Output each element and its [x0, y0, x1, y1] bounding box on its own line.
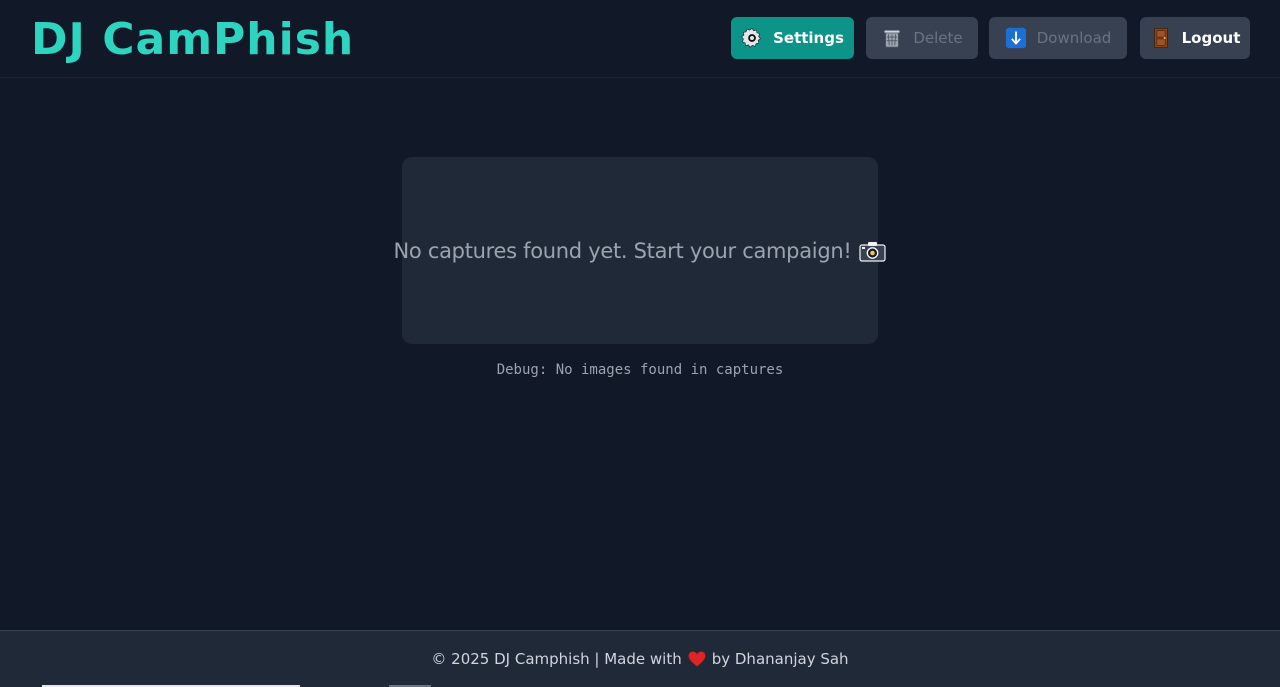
- gear-icon: [741, 27, 763, 49]
- empty-state: No captures found yet. Start your campai…: [394, 239, 887, 263]
- download-icon: [1005, 27, 1027, 49]
- download-button[interactable]: Download: [989, 17, 1127, 59]
- trash-icon: [881, 27, 903, 49]
- camera-icon: [859, 240, 887, 262]
- delete-label: Delete: [913, 29, 963, 47]
- footer-copyright: © 2025 DJ Camphish | Made with: [431, 650, 682, 668]
- settings-label: Settings: [773, 29, 844, 47]
- app-logo: DJ CamPhish: [31, 14, 355, 65]
- footer-author: by Dhananjay Sah: [711, 650, 849, 668]
- captures-empty-card: No captures found yet. Start your campai…: [394, 157, 887, 344]
- logout-button[interactable]: Logout: [1140, 17, 1250, 59]
- empty-message: No captures found yet. Start your campai…: [393, 238, 852, 263]
- logout-label: Logout: [1181, 29, 1241, 47]
- settings-button[interactable]: Settings: [731, 17, 854, 59]
- download-label: Download: [1036, 29, 1112, 47]
- delete-button[interactable]: Delete: [866, 17, 978, 59]
- door-icon: [1150, 27, 1172, 49]
- app-footer: © 2025 DJ Camphish | Made with by Dhanan…: [0, 630, 1280, 687]
- heart-icon: [687, 651, 706, 667]
- debug-text: Debug: No images found in captures: [496, 362, 784, 378]
- app-header: DJ CamPhish Settings Delete Download Log…: [0, 0, 1280, 78]
